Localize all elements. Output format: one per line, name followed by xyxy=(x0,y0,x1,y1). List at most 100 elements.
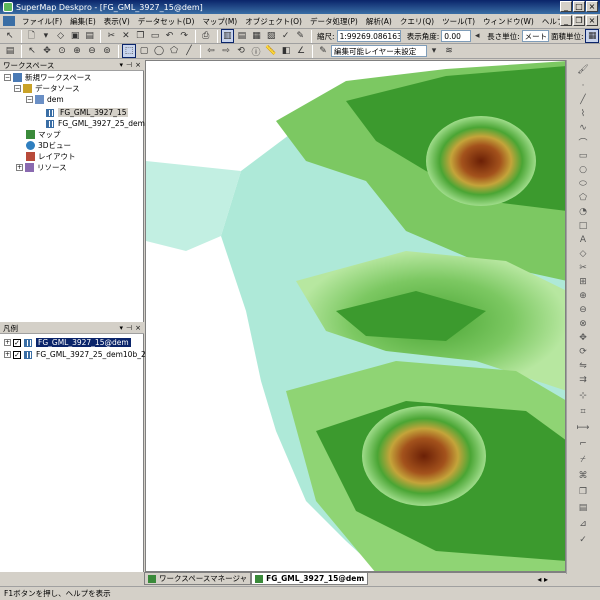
menu-object[interactable]: オブジェクト(O) xyxy=(241,16,306,27)
tree-maps[interactable]: マップ xyxy=(26,129,61,140)
map-view[interactable] xyxy=(145,60,566,572)
copy-icon[interactable]: ❐ xyxy=(134,29,148,43)
square-tool-icon[interactable]: □ xyxy=(577,220,589,232)
fillet-tool-icon[interactable]: ⌐ xyxy=(577,438,589,450)
rect-select-icon[interactable]: ▢ xyxy=(137,44,151,58)
pin-icon[interactable]: ✓ xyxy=(279,29,293,43)
menu-analysis[interactable]: 解析(A) xyxy=(362,16,396,27)
menu-process[interactable]: データ処理(P) xyxy=(306,16,362,27)
menu-map[interactable]: マップ(M) xyxy=(198,16,241,27)
redo-icon[interactable]: ↷ xyxy=(177,29,191,43)
rotate-tool-icon[interactable]: ⟳ xyxy=(577,346,589,358)
refresh-icon[interactable]: ⟲ xyxy=(234,44,248,58)
menu-window[interactable]: ウィンドウ(W) xyxy=(479,16,538,27)
menu-edit[interactable]: 編集(E) xyxy=(66,16,100,27)
panel-dropdown-icon[interactable]: ▾ xyxy=(120,324,124,332)
merge-tool-icon[interactable]: ⊞ xyxy=(577,276,589,288)
menu-file[interactable]: ファイル(F) xyxy=(18,16,66,27)
paint-icon[interactable]: 🖌 xyxy=(577,64,589,76)
tree-resources[interactable]: + リソース xyxy=(16,162,67,173)
panel-pin-icon[interactable]: ⊣ xyxy=(126,324,132,332)
zoom-in-icon[interactable]: ⊕ xyxy=(70,44,84,58)
undo-icon[interactable]: ↶ xyxy=(163,29,177,43)
tree-root[interactable]: − 新規ワークスペース xyxy=(4,72,91,83)
angle-input[interactable]: 0.00 xyxy=(441,30,471,42)
menu-query[interactable]: クエリ(Q) xyxy=(396,16,438,27)
select-arrow-icon[interactable]: ↖ xyxy=(25,44,39,58)
tree-dem[interactable]: − dem xyxy=(26,94,64,105)
copy-tool-icon[interactable]: ❐ xyxy=(577,486,589,498)
mirror-tool-icon[interactable]: ⇋ xyxy=(577,360,589,372)
cut-icon[interactable]: ✂ xyxy=(104,29,118,43)
menu-tools[interactable]: ツール(T) xyxy=(438,16,479,27)
split-tool-icon[interactable]: ✂ xyxy=(577,262,589,274)
rect-tool-icon[interactable]: ▭ xyxy=(577,150,589,162)
arc-tool-icon[interactable]: ⌒ xyxy=(577,136,589,149)
wand-icon[interactable]: ✎ xyxy=(293,29,307,43)
node-tool-icon[interactable]: ◇ xyxy=(577,248,589,260)
editable-layer-select[interactable]: 編集可能レイヤー未設定 xyxy=(331,45,427,57)
polygon-select-icon[interactable]: ⬠ xyxy=(167,44,181,58)
tab-workspace-manager[interactable]: ワークスペースマネージャ xyxy=(144,573,252,585)
dropdown-arrow-icon[interactable]: ▾ xyxy=(427,44,441,58)
tree-item-fg-15[interactable]: FG_GML_3927_15 xyxy=(46,107,129,118)
back-icon[interactable]: ⇦ xyxy=(204,44,218,58)
length-unit-select[interactable]: メートル xyxy=(521,30,549,42)
window-layout-2-icon[interactable]: ▤ xyxy=(235,29,249,43)
circle-select-icon[interactable]: ◯ xyxy=(152,44,166,58)
circle-tool-icon[interactable]: ○ xyxy=(577,164,589,176)
panel-close-icon[interactable]: × xyxy=(135,61,141,69)
layer-visible-checkbox[interactable]: ✓ xyxy=(13,350,21,359)
erase-tool-icon[interactable]: ⊖ xyxy=(577,304,589,316)
tab-map[interactable]: FG_GML_3927_15@dem xyxy=(251,573,369,585)
text-tool-icon[interactable]: A xyxy=(577,234,589,246)
panel-dropdown-icon[interactable]: ▾ xyxy=(120,61,124,69)
scale-input[interactable]: 1:99269.086163 xyxy=(336,30,401,42)
layer-visible-checkbox[interactable]: ✓ xyxy=(13,338,21,347)
window-layout-3-icon[interactable]: ▦ xyxy=(250,29,264,43)
tree-layouts[interactable]: レイアウト xyxy=(26,151,76,162)
move-tool-icon[interactable]: ✥ xyxy=(577,332,589,344)
window-layout-4-icon[interactable]: ▧ xyxy=(264,29,278,43)
zoom-out-icon[interactable]: ⊖ xyxy=(85,44,99,58)
point-tool-icon[interactable]: · xyxy=(577,80,589,92)
polygon-tool-icon[interactable]: ⬠ xyxy=(577,192,589,204)
angle-spinner-icon[interactable]: ◂ xyxy=(471,29,485,43)
menu-dataset[interactable]: データセット(D) xyxy=(134,16,199,27)
union-tool-icon[interactable]: ⊕ xyxy=(577,290,589,302)
layer-properties-icon[interactable]: ▤ xyxy=(3,44,17,58)
area-unit-icon[interactable]: ▦ xyxy=(585,29,600,43)
select-tool-icon[interactable]: ⬚ xyxy=(122,44,136,58)
panel-pin-icon[interactable]: ⊣ xyxy=(126,61,132,69)
doc-close-button[interactable]: × xyxy=(586,15,598,26)
topology-tool-icon[interactable]: ⊿ xyxy=(577,518,589,530)
panel-close-icon[interactable]: × xyxy=(135,324,141,332)
offset-tool-icon[interactable]: ⇉ xyxy=(577,374,589,386)
minimize-button[interactable]: _ xyxy=(560,1,572,12)
print-icon[interactable]: ⎙ xyxy=(199,29,213,43)
edit-layer-icon[interactable]: ✎ xyxy=(316,44,330,58)
tag-icon[interactable]: ◇ xyxy=(54,29,68,43)
pan-icon[interactable]: ✥ xyxy=(40,44,54,58)
delete-icon[interactable]: ✕ xyxy=(119,29,133,43)
trim-tool-icon[interactable]: ⌗ xyxy=(577,406,589,418)
reshape-tool-icon[interactable]: ⌘ xyxy=(577,470,589,482)
curve-tool-icon[interactable]: ∿ xyxy=(577,122,589,134)
tree-datasources[interactable]: − データソース xyxy=(14,83,80,94)
paste-icon[interactable]: ▭ xyxy=(148,29,162,43)
intersect-tool-icon[interactable]: ⊗ xyxy=(577,318,589,330)
maximize-button[interactable]: □ xyxy=(573,1,585,12)
save-icon[interactable]: ▣ xyxy=(68,29,82,43)
measure-area-icon[interactable]: ◧ xyxy=(279,44,293,58)
check-tool-icon[interactable]: ✓ xyxy=(577,534,589,546)
legend-layer-1[interactable]: + ✓ FG_GML_3927_15@dem xyxy=(4,337,131,348)
sector-tool-icon[interactable]: ◔ xyxy=(577,206,589,218)
tab-scroll-icon[interactable]: ◂ ▸ xyxy=(537,575,548,584)
zoom-free-icon[interactable]: ⊙ xyxy=(55,44,69,58)
full-extent-icon[interactable]: ⊚ xyxy=(100,44,114,58)
menu-view[interactable]: 表示(V) xyxy=(100,16,134,27)
measure-icon[interactable]: 📏 xyxy=(264,44,278,58)
open-icon[interactable]: ▾ xyxy=(39,29,53,43)
new-icon[interactable]: 🗋 xyxy=(25,29,39,43)
forward-icon[interactable]: ⇨ xyxy=(219,44,233,58)
